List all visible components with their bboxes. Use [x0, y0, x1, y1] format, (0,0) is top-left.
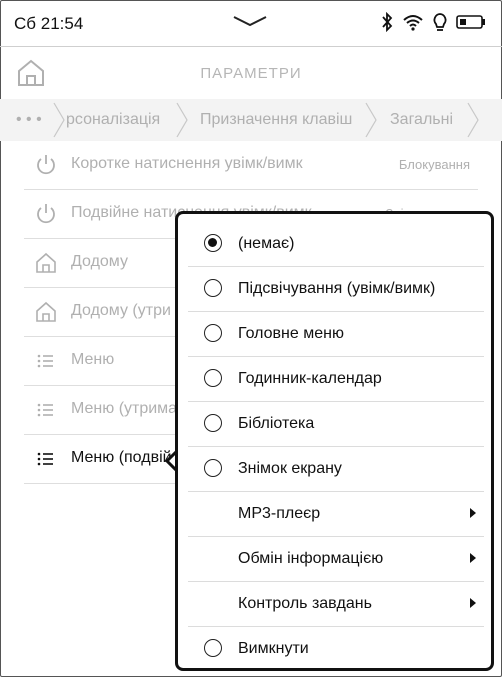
- option-mp3-player[interactable]: MP3-плеєр: [188, 492, 484, 537]
- status-time: Сб 21:54: [14, 14, 84, 33]
- option-label: Вимкнути: [238, 640, 309, 657]
- radio-icon[interactable]: [204, 459, 222, 477]
- option-data-exchange[interactable]: Обмін інформацією: [188, 537, 484, 582]
- option-label: Головне меню: [238, 325, 344, 342]
- wifi-icon: [402, 13, 424, 36]
- option-library[interactable]: Бібліотека: [188, 402, 484, 447]
- breadcrumb-item-current[interactable]: Загальні: [390, 99, 453, 141]
- bulb-icon: [432, 12, 448, 37]
- home-icon: [36, 301, 56, 322]
- menu-list-icon: [37, 403, 53, 417]
- submenu-arrow-icon: [470, 508, 476, 518]
- option-none[interactable]: (немає): [188, 222, 484, 267]
- power-icon: [37, 204, 55, 224]
- action-select-popup: (немає) Підсвічування (увімк/вимк) Голов…: [175, 211, 494, 671]
- option-screenshot[interactable]: Знімок екрану: [188, 447, 484, 492]
- menu-list-icon: [37, 354, 53, 368]
- option-label: MP3-плеєр: [238, 505, 321, 522]
- list-item-value: Блокування: [398, 157, 470, 172]
- radio-icon[interactable]: [204, 639, 222, 657]
- option-power-off[interactable]: Вимкнути: [188, 627, 484, 671]
- breadcrumb-separator-icon: [176, 102, 188, 138]
- option-label: (немає): [238, 235, 295, 252]
- option-main-menu[interactable]: Головне меню: [188, 312, 484, 357]
- radio-icon[interactable]: [204, 369, 222, 387]
- breadcrumb-separator-icon: [53, 102, 65, 138]
- option-label: Підсвічування (увімк/вимк): [238, 280, 436, 297]
- breadcrumb-more[interactable]: • • •: [16, 99, 42, 141]
- submenu-arrow-icon: [470, 553, 476, 563]
- list-item-label: Додому (утри: [71, 302, 171, 319]
- list-item-label: Меню: [71, 351, 115, 368]
- list-item[interactable]: Коротке натиснення увімк/вимк Блокування: [24, 141, 478, 190]
- bluetooth-icon: [380, 11, 394, 37]
- option-label: Годинник-календар: [238, 370, 382, 387]
- list-item-label: Додому: [71, 253, 128, 270]
- status-bar: Сб 21:54: [0, 0, 502, 47]
- radio-icon[interactable]: [204, 324, 222, 342]
- header: ПАРАМЕТРИ: [0, 47, 502, 99]
- page-title: ПАРАМЕТРИ: [200, 65, 302, 82]
- menu-list-icon: [37, 452, 53, 466]
- radio-selected-icon[interactable]: [204, 234, 222, 252]
- breadcrumb-item[interactable]: рсоналізація: [66, 99, 160, 141]
- option-label: Контроль завдань: [238, 595, 372, 612]
- option-label: Бібліотека: [238, 415, 315, 432]
- breadcrumb-separator-icon: [365, 102, 377, 138]
- submenu-arrow-icon: [470, 598, 476, 608]
- option-label: Знімок екрану: [238, 460, 342, 477]
- list-item-label: Коротке натиснення увімк/вимк: [71, 155, 303, 172]
- chevron-down-icon[interactable]: [232, 14, 268, 33]
- breadcrumb: • • • рсоналізація Призначення клавіш За…: [0, 99, 502, 141]
- option-label: Обмін інформацією: [238, 550, 384, 567]
- list-item-label: Меню (утрима: [71, 400, 178, 417]
- radio-icon[interactable]: [204, 414, 222, 432]
- list-item-label: Меню (подвій: [71, 449, 172, 466]
- breadcrumb-separator-icon: [467, 102, 479, 138]
- option-task-manager[interactable]: Контроль завдань: [188, 582, 484, 627]
- home-icon: [36, 252, 56, 273]
- option-backlight-toggle[interactable]: Підсвічування (увімк/вимк): [188, 267, 484, 312]
- battery-icon: [456, 14, 486, 35]
- power-icon: [37, 155, 55, 175]
- radio-icon[interactable]: [204, 279, 222, 297]
- breadcrumb-item[interactable]: Призначення клавіш: [200, 99, 352, 141]
- option-clock-calendar[interactable]: Годинник-календар: [188, 357, 484, 402]
